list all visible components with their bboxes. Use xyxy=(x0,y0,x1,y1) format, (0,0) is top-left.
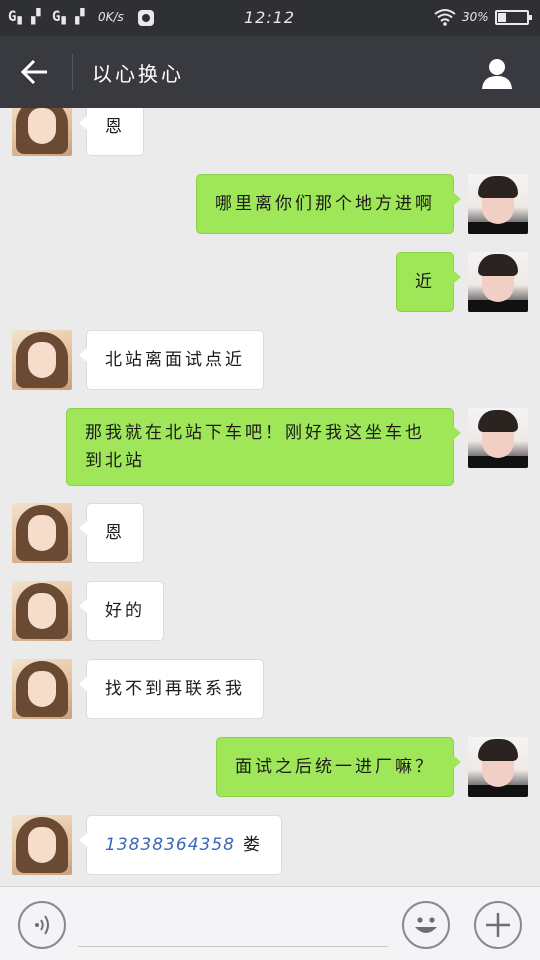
message-bubble[interactable]: 北站离面试点近 xyxy=(79,330,264,390)
contact-avatar[interactable] xyxy=(12,108,72,156)
voice-button[interactable] xyxy=(18,901,66,949)
message-text: 那我就在北站下车吧！刚好我这坐车也到北站 xyxy=(85,423,425,471)
battery-icon xyxy=(495,10,532,25)
message-bubble[interactable]: 好的 xyxy=(79,581,164,641)
my-avatar[interactable] xyxy=(468,252,528,312)
message-bubble[interactable]: 那我就在北站下车吧！刚好我这坐车也到北站 xyxy=(66,408,461,486)
message-text: 近 xyxy=(415,272,435,292)
back-arrow-icon[interactable] xyxy=(20,58,50,86)
chat-title: 以心换心 xyxy=(92,62,184,86)
message-bubble[interactable]: 恩 xyxy=(79,503,144,563)
message-bubble[interactable]: 近 xyxy=(396,252,461,312)
message-text: 娄 xyxy=(242,835,263,855)
voice-icon xyxy=(35,915,49,935)
clock: 12:12 xyxy=(244,8,296,27)
message-text: 找不到再联系我 xyxy=(105,679,245,699)
message-list[interactable]: 恩 哪里离你们那个地方进啊 近 北站离面试点近 那我就在北站下车吧！刚好我这坐车… xyxy=(0,108,540,886)
more-button[interactable] xyxy=(474,901,522,949)
message-bubble[interactable]: 哪里离你们那个地方进啊 xyxy=(196,174,461,234)
message-text: 恩 xyxy=(105,117,125,137)
contact-avatar[interactable] xyxy=(12,815,72,875)
plus-icon xyxy=(486,913,510,937)
message-text: 哪里离你们那个地方进啊 xyxy=(215,194,435,214)
signal-indicator-2: G▖▗▘ xyxy=(52,9,90,25)
wifi-icon xyxy=(434,9,456,26)
my-avatar[interactable] xyxy=(468,737,528,797)
input-bar xyxy=(0,886,540,960)
app-notification-icon xyxy=(138,10,154,26)
my-avatar[interactable] xyxy=(468,174,528,234)
my-avatar[interactable] xyxy=(468,408,528,468)
status-bar: G▖▗▘ G▖▗▘ 0K/s 12:12 30% xyxy=(0,0,540,36)
message-bubble[interactable]: 面试之后统一进厂嘛？ xyxy=(216,737,461,797)
message-bubble[interactable]: 恩 xyxy=(79,108,144,156)
message-text: 面试之后统一进厂嘛？ xyxy=(235,757,435,777)
battery-percent: 30% xyxy=(462,10,489,24)
phone-number-link[interactable]: 13838364358 xyxy=(105,831,235,859)
message-input[interactable] xyxy=(78,907,388,947)
emoji-icon xyxy=(415,917,437,933)
contact-avatar[interactable] xyxy=(12,503,72,563)
signal-indicator-1: G▖▗▘ xyxy=(8,9,46,25)
message-bubble[interactable]: 找不到再联系我 xyxy=(79,659,264,719)
header-divider xyxy=(72,54,73,90)
message-text: 好的 xyxy=(105,601,145,621)
message-bubble[interactable]: 13838364358 娄 xyxy=(79,815,282,875)
emoji-button[interactable] xyxy=(402,901,450,949)
contact-avatar[interactable] xyxy=(12,659,72,719)
message-text: 恩 xyxy=(105,523,125,543)
message-text: 北站离面试点近 xyxy=(105,350,245,370)
chat-header: 以心换心 xyxy=(0,36,540,108)
person-icon[interactable] xyxy=(480,56,514,90)
network-speed: 0K/s xyxy=(98,10,124,24)
contact-avatar[interactable] xyxy=(12,330,72,390)
contact-avatar[interactable] xyxy=(12,581,72,641)
